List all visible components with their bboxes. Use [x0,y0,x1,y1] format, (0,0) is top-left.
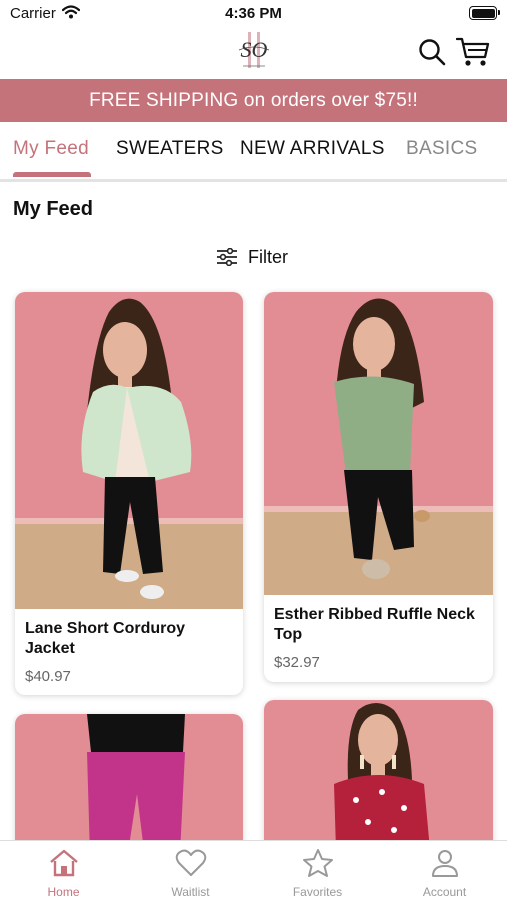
tabs-divider [0,179,507,182]
search-icon[interactable] [418,38,446,66]
section-title: My Feed [13,198,94,220]
filter-icon [217,248,237,266]
tab-my-feed[interactable]: My Feed [13,138,89,160]
bottom-tab-bar: Home Waitlist Favorites Account [0,840,507,900]
boutique-logo-icon[interactable]: SO [233,30,275,72]
filter-label: Filter [248,246,288,267]
product-card[interactable]: Esther Ribbed Ruffle Neck Top $32.97 [264,292,493,682]
promo-banner: FREE SHIPPING on orders over $75!! [0,79,507,122]
active-tab-indicator [13,172,91,177]
home-icon [50,849,78,877]
product-name[interactable]: Lane Short Corduroy Jacket [25,619,225,659]
battery-icon [469,6,500,20]
product-price: $32.97 [274,654,320,671]
tabbar-label: Waitlist [171,885,210,899]
product-image[interactable] [15,292,243,609]
tabbar-favorites[interactable]: Favorites [254,841,381,900]
product-name[interactable]: Esther Ribbed Ruffle Neck Top [274,605,484,645]
filter-button[interactable]: Filter [216,245,288,269]
product-image[interactable] [264,292,493,595]
product-card[interactable]: Lane Short Corduroy Jacket $40.97 [15,292,243,695]
star-icon [303,849,333,877]
status-bar: Carrier 4:36 PM [0,0,507,28]
status-time: 4:36 PM [225,5,282,22]
product-price: $40.97 [25,668,71,685]
tab-new-arrivals[interactable]: NEW ARRIVALS [240,138,385,160]
tabbar-account[interactable]: Account [381,841,507,900]
heart-icon [175,849,207,876]
cart-icon[interactable] [456,36,490,68]
tabbar-label: Home [47,885,80,899]
tabbar-label: Favorites [292,885,343,899]
category-tabs: My Feed SWEATERS NEW ARRIVALS BASICS [0,122,507,179]
tab-sweaters[interactable]: SWEATERS [116,138,224,160]
tabbar-waitlist[interactable]: Waitlist [127,841,254,900]
account-icon [432,850,458,877]
tab-basics[interactable]: BASICS [406,138,478,160]
app-header: SO [0,28,507,78]
tabbar-label: Account [422,885,467,899]
tabbar-home[interactable]: Home [0,841,127,900]
svg-text:SO: SO [241,37,268,62]
